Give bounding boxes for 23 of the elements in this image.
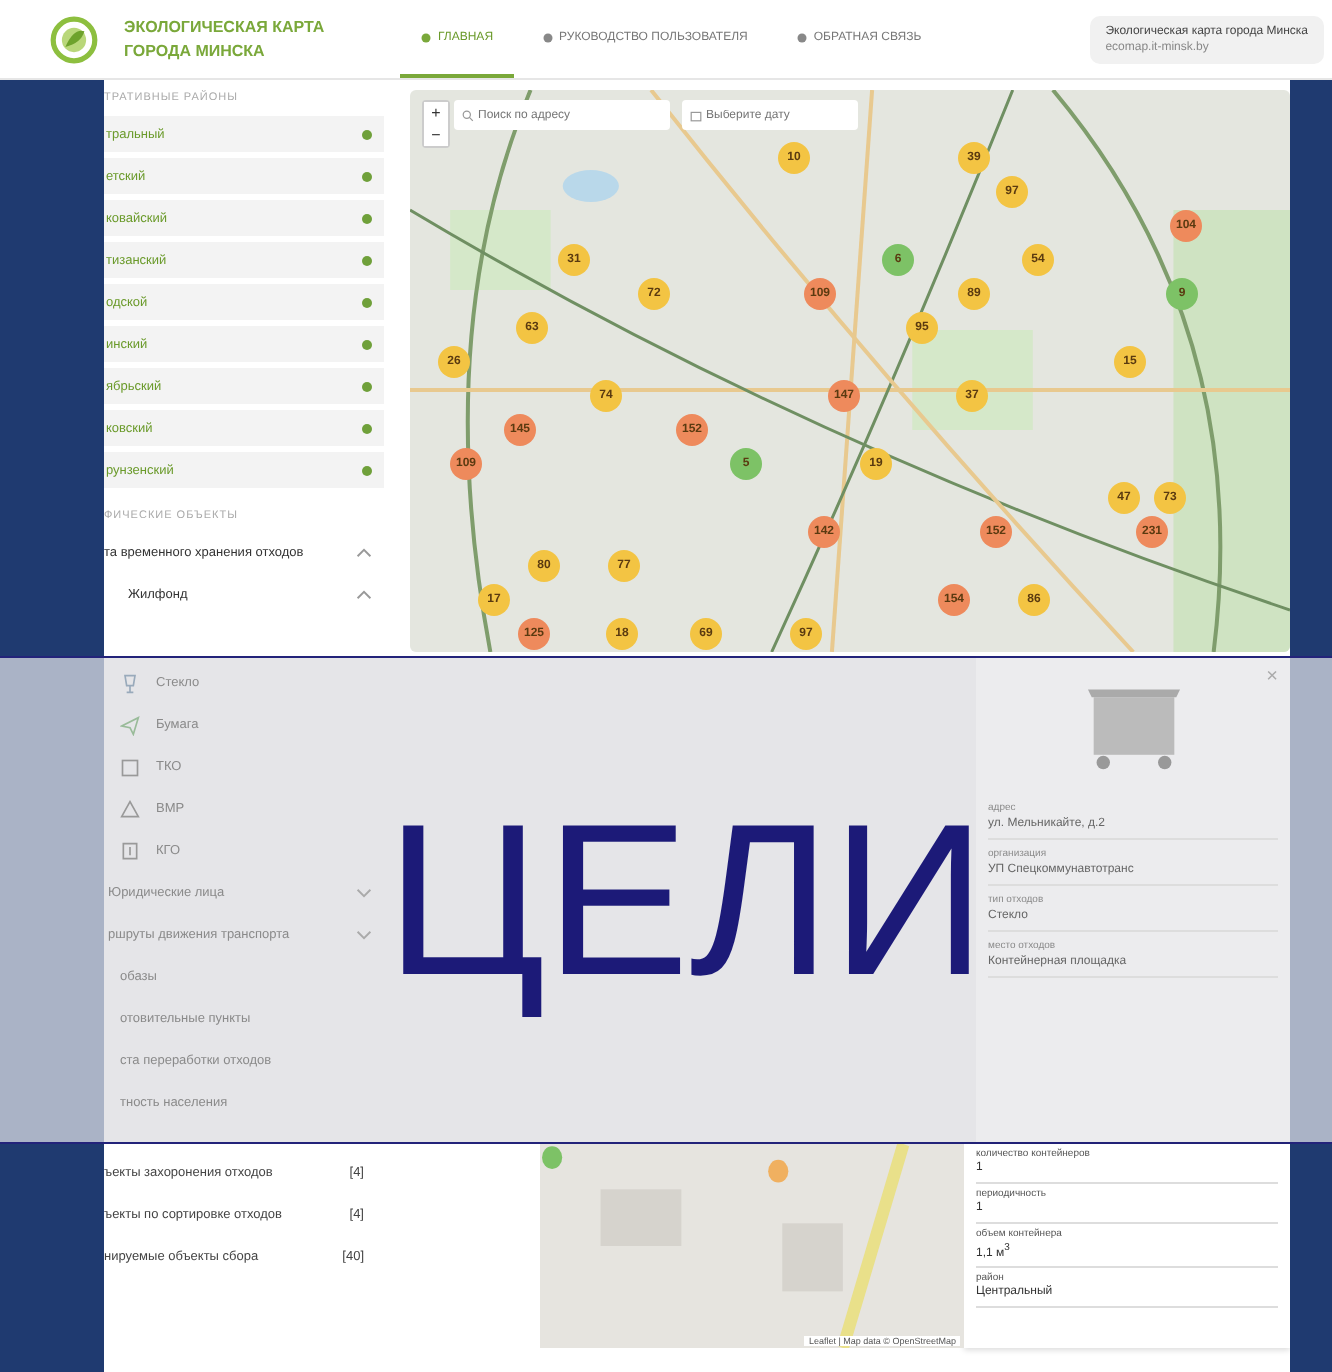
slide-title: ЦЕЛИ — [385, 775, 987, 1024]
status-dot-icon — [362, 297, 372, 307]
dot-icon — [541, 31, 554, 43]
waste-type-icon — [120, 757, 140, 777]
status-dot-icon — [362, 213, 372, 223]
status-dot-icon — [362, 255, 372, 265]
waste-type-icon — [120, 673, 140, 693]
waste-type-icon — [120, 841, 140, 861]
calendar-icon — [690, 109, 702, 121]
leaf-globe-logo-icon — [48, 13, 100, 65]
search-icon — [462, 109, 474, 121]
dot-icon — [420, 31, 432, 43]
site-title: ЭКОЛОГИЧЕСКАЯ КАРТА — [124, 18, 325, 36]
status-dot-icon — [362, 129, 372, 139]
status-dot-icon — [362, 423, 372, 433]
status-dot-icon — [362, 381, 372, 391]
site-title: ГОРОДА МИНСКА — [124, 42, 267, 60]
waste-type-icon — [120, 799, 140, 819]
status-dot-icon — [362, 339, 372, 349]
waste-type-icon — [120, 715, 140, 735]
status-dot-icon — [362, 465, 372, 475]
status-dot-icon — [362, 171, 372, 181]
dot-icon — [795, 31, 808, 43]
